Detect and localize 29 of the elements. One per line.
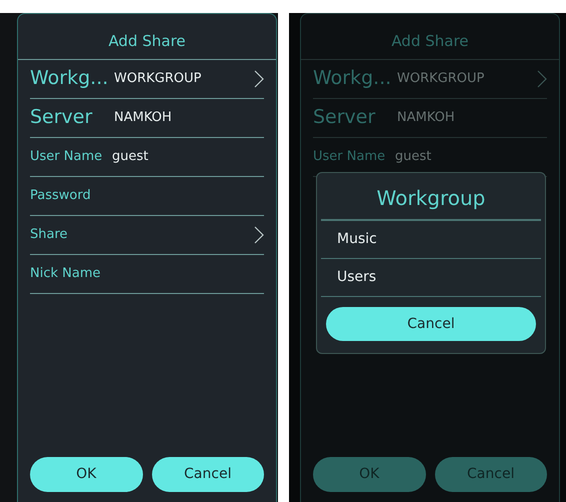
picker-row[interactable]: Workg... WORKGROUP bbox=[30, 60, 264, 98]
field-value: WORKGROUP bbox=[114, 70, 202, 88]
picker-row[interactable]: Workg... WORKGROUP bbox=[313, 60, 547, 98]
field-label: Server bbox=[30, 105, 94, 130]
field-label: User Name bbox=[30, 148, 104, 166]
field-value: guest bbox=[395, 148, 432, 166]
field-value: NAMKOH bbox=[114, 108, 173, 127]
field-value: guest bbox=[112, 148, 150, 166]
picker-row[interactable]: Share bbox=[30, 216, 264, 254]
dialog-button[interactable]: OK bbox=[30, 457, 142, 492]
field-value: NAMKOH bbox=[397, 108, 456, 127]
chevron-right-icon bbox=[254, 70, 264, 88]
cancel-button[interactable]: Cancel bbox=[326, 307, 536, 341]
popup-option[interactable]: Music bbox=[321, 221, 541, 259]
field-label: Share bbox=[30, 226, 69, 244]
field-label: Server bbox=[313, 105, 376, 130]
popup-title: Workgroup bbox=[376, 185, 486, 212]
dialog-title: Add Share bbox=[390, 31, 470, 52]
chevron-right-icon bbox=[254, 226, 264, 244]
field-label: User Name bbox=[313, 148, 386, 166]
field-value: WORKGROUP bbox=[397, 70, 486, 88]
field-label: Nick Name bbox=[30, 264, 102, 283]
field-label: Password bbox=[30, 186, 92, 205]
dialog-title: Add Share bbox=[107, 31, 187, 52]
dialog-button[interactable]: Cancel bbox=[152, 457, 264, 492]
field-label: Workg... bbox=[313, 66, 392, 92]
popup-option[interactable]: Users bbox=[321, 259, 541, 297]
chevron-right-icon bbox=[537, 70, 547, 88]
field-label: Workg... bbox=[30, 66, 110, 92]
